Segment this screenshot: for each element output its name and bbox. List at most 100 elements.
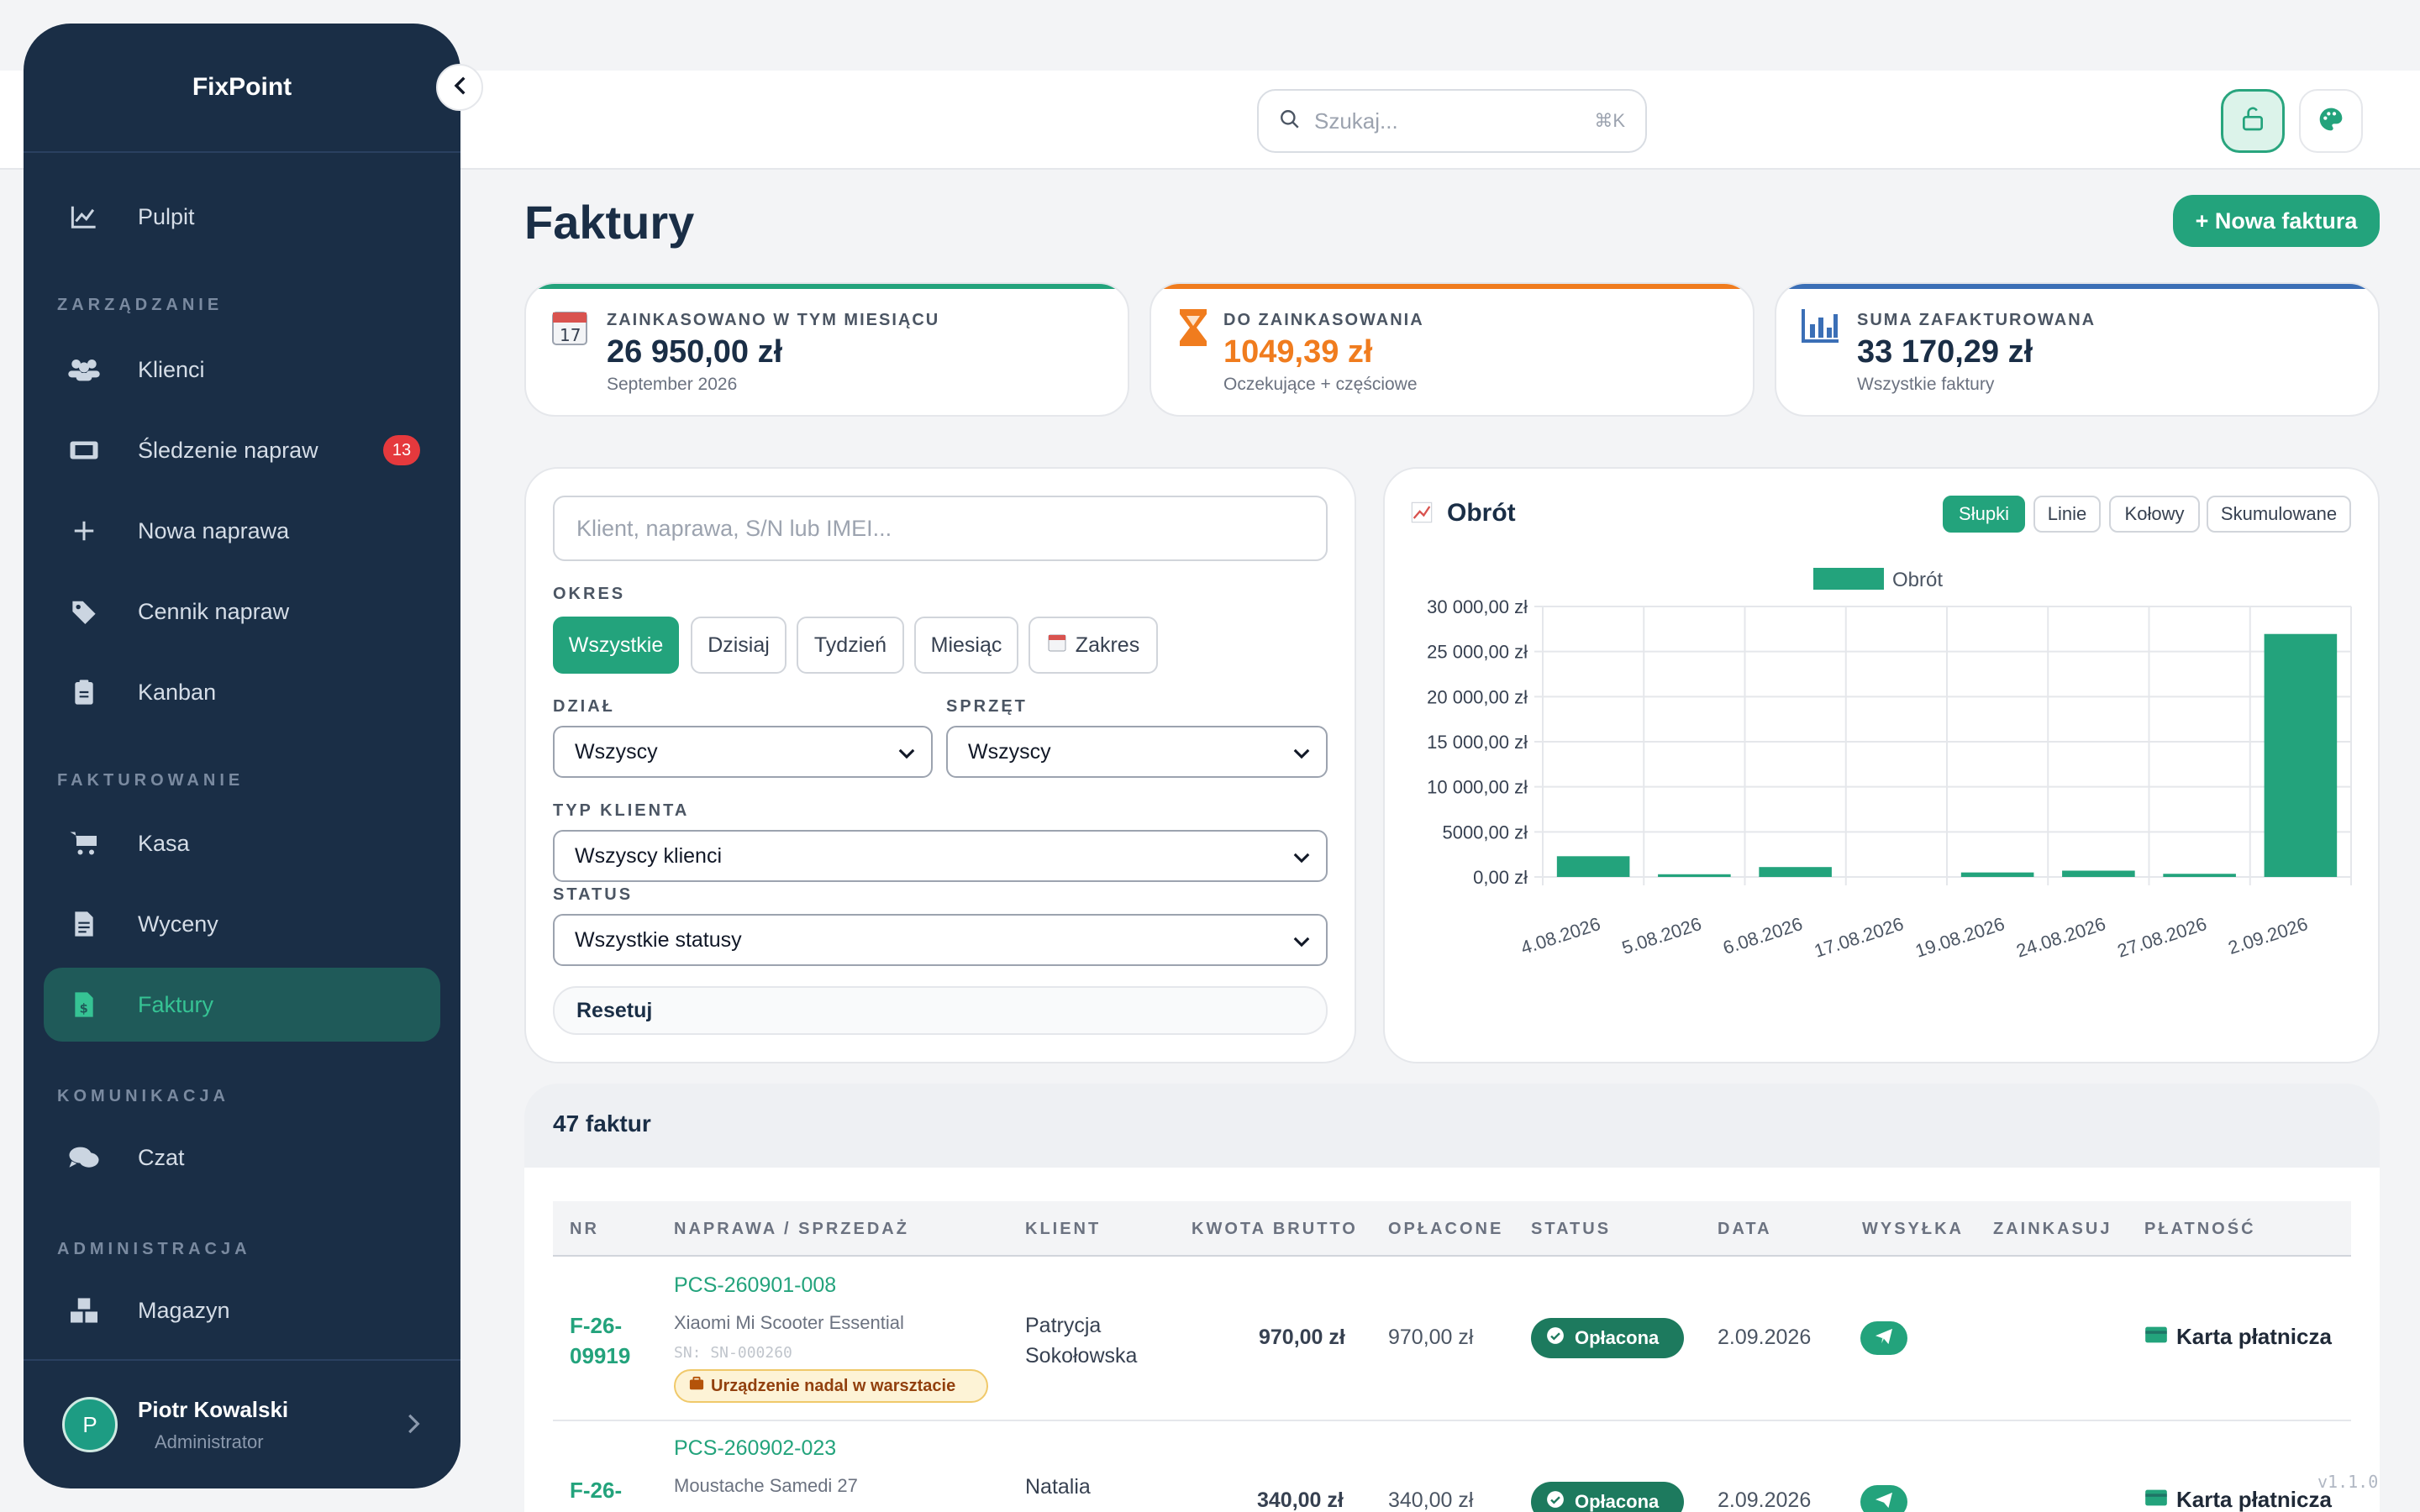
invoice-number-link[interactable]: F-26- 09919 — [570, 1310, 630, 1371]
card-label: ZAINKASOWANO W TYM MIESIĄCU — [607, 311, 940, 329]
repair-link[interactable]: PCS-260902-023 — [674, 1436, 836, 1461]
sidebar-item-cennik[interactable]: Cennik napraw — [44, 575, 440, 648]
sidebar-item-magazyn[interactable]: Magazyn — [44, 1273, 440, 1347]
repairs-count-badge: 13 — [383, 435, 420, 465]
sidebar-item-label: Cennik napraw — [138, 598, 290, 624]
device-name: Moustache Samedi 27 — [674, 1475, 858, 1496]
column-header[interactable]: OPŁACONE — [1388, 1220, 1503, 1239]
x-tick-label: 5.08.2026 — [1619, 913, 1704, 958]
app-logo: FixPoint — [24, 24, 460, 153]
paper-plane-icon — [1875, 1328, 1893, 1349]
boxes-icon — [60, 1297, 108, 1324]
client-name: Natalia — [1025, 1475, 1091, 1499]
file-icon — [60, 911, 108, 937]
send-button[interactable] — [1860, 1485, 1907, 1512]
client-type-select[interactable]: Wszyscy klienci — [553, 830, 1328, 882]
filter-search-input[interactable]: Klient, naprawa, S/N lub IMEI... — [553, 496, 1328, 561]
dept-select[interactable]: Wszyscy — [553, 726, 933, 778]
user-profile[interactable]: P Piotr Kowalski Administrator — [24, 1359, 460, 1488]
card-accent-bar — [526, 284, 1128, 289]
equipment-select[interactable]: Wszyscy — [946, 726, 1328, 778]
period-month-button[interactable]: Miesiąc — [914, 617, 1018, 674]
period-all-button[interactable]: Wszystkie — [553, 617, 679, 674]
column-header[interactable]: KWOTA BRUTTO — [1192, 1220, 1358, 1239]
chart-bar[interactable] — [2062, 870, 2135, 877]
card-subtitle: Wszystkie faktury — [1857, 375, 1995, 394]
card-value: 1049,39 zł — [1223, 334, 1373, 370]
chart-tab-bars[interactable]: Słupki — [1943, 496, 2025, 533]
chart-tab-pie[interactable]: Kołowy — [2109, 496, 2200, 533]
chart-bar[interactable] — [2264, 633, 2338, 877]
sidebar-item-kanban[interactable]: Kanban — [44, 655, 440, 729]
ticket-icon — [60, 438, 108, 462]
svg-text:17: 17 — [560, 325, 581, 345]
chart-bar[interactable] — [1759, 867, 1832, 877]
send-button[interactable] — [1860, 1321, 1907, 1355]
amount-gross: 340,00 zł — [1257, 1488, 1344, 1512]
column-header[interactable]: NR — [570, 1220, 599, 1239]
equipment-label: SPRZĘT — [946, 697, 1028, 716]
card-accent-bar — [1151, 284, 1753, 289]
sidebar-item-label: Magazyn — [138, 1297, 230, 1323]
status-select[interactable]: Wszystkie statusy — [553, 914, 1328, 966]
column-header[interactable]: KLIENT — [1025, 1220, 1101, 1239]
chart-bar[interactable] — [1658, 874, 1731, 877]
column-header[interactable]: STATUS — [1531, 1220, 1611, 1239]
column-header[interactable]: NAPRAWA / SPRZEDAŻ — [674, 1220, 909, 1239]
column-header[interactable]: ZAINKASUJ — [1993, 1220, 2112, 1239]
lock-button[interactable] — [2221, 89, 2285, 153]
sidebar-item-klienci[interactable]: Klienci — [44, 333, 440, 407]
amount-paid: 970,00 zł — [1388, 1326, 1474, 1349]
check-circle-icon — [1546, 1490, 1565, 1512]
palette-icon — [2317, 106, 2344, 137]
sidebar-item-kasa[interactable]: Kasa — [44, 806, 440, 880]
chevron-down-icon — [897, 744, 916, 769]
invoice-number-link[interactable]: F-26- — [570, 1475, 622, 1505]
y-tick-label: 10 000,00 zł — [1427, 777, 1528, 798]
client-type-label: TYP KLIENTA — [553, 801, 690, 820]
period-today-button[interactable]: Dzisiaj — [691, 617, 786, 674]
column-header[interactable]: WYSYŁKA — [1862, 1220, 1964, 1239]
collapse-sidebar-button[interactable] — [436, 64, 483, 111]
svg-text:$: $ — [80, 1001, 88, 1016]
period-week-button[interactable]: Tydzień — [797, 617, 904, 674]
chart-bar[interactable] — [1556, 856, 1630, 877]
sidebar-item-faktury[interactable]: $ Faktury — [44, 968, 440, 1042]
chevron-down-icon — [1292, 848, 1311, 873]
credit-card-icon — [2144, 1324, 2168, 1350]
period-range-button[interactable]: Zakres — [1028, 617, 1158, 674]
x-tick-label: 17.08.2026 — [1812, 913, 1906, 962]
stat-card-outstanding: DO ZAINKASOWANIA 1049,39 zł Oczekujące +… — [1150, 282, 1754, 417]
column-header[interactable]: PŁATNOŚĆ — [2144, 1220, 2256, 1239]
chart-tab-lines[interactable]: Linie — [2033, 496, 2101, 533]
card-subtitle: Oczekujące + częściowe — [1223, 375, 1418, 394]
global-search-input[interactable]: Szukaj... ⌘K — [1257, 89, 1647, 153]
sidebar-item-sledzenie[interactable]: Śledzenie napraw 13 — [44, 413, 440, 487]
chart-tab-stacked[interactable]: Skumulowane — [2207, 496, 2351, 533]
credit-card-icon — [2144, 1487, 2168, 1512]
chart-bar[interactable] — [1960, 872, 2034, 877]
sidebar-item-czat[interactable]: Czat — [44, 1121, 440, 1194]
user-name: Piotr Kowalski — [138, 1396, 289, 1422]
theme-button[interactable] — [2299, 89, 2363, 153]
x-tick-label: 27.08.2026 — [2115, 913, 2209, 962]
chart-bar[interactable] — [2163, 874, 2236, 877]
serial-number: SN: SN-000260 — [674, 1344, 792, 1362]
reset-filters-button[interactable]: Resetuj — [553, 986, 1328, 1035]
payment-method: Karta płatnicza — [2144, 1324, 2332, 1350]
warning-badge: Urządzenie nadal w warsztacie — [674, 1369, 988, 1403]
sidebar-item-nowa-naprawa[interactable]: Nowa naprawa — [44, 494, 440, 568]
client-name: Patrycja Sokołowska — [1025, 1314, 1138, 1368]
chevron-left-icon — [452, 76, 467, 100]
repair-link[interactable]: PCS-260901-008 — [674, 1273, 836, 1298]
sidebar-item-wyceny[interactable]: Wyceny — [44, 887, 440, 961]
sidebar-item-pulpit[interactable]: Pulpit — [44, 180, 440, 254]
stat-card-collected: 17 ZAINKASOWANO W TYM MIESIĄCU 26 950,00… — [524, 282, 1129, 417]
sidebar-item-label: Klienci — [138, 356, 205, 382]
sidebar-item-label: Kasa — [138, 830, 190, 856]
new-invoice-button[interactable]: + Nowa faktura — [2173, 195, 2380, 247]
x-tick-label: 2.09.2026 — [2226, 913, 2311, 958]
x-tick-label: 6.08.2026 — [1720, 913, 1805, 958]
column-header[interactable]: DATA — [1718, 1220, 1772, 1239]
chevron-right-icon — [407, 1413, 422, 1439]
